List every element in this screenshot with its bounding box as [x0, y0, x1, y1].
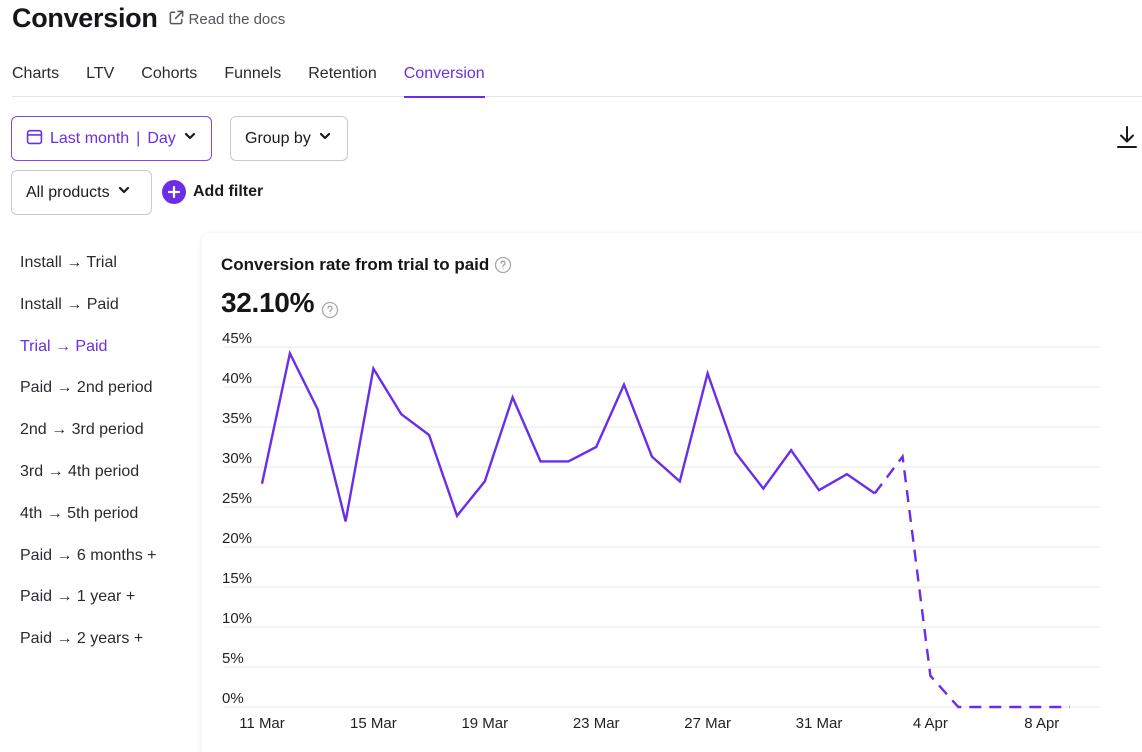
- y-axis-labels: 0% 5% 10% 15% 20% 25% 30% 35% 40% 45%: [222, 330, 252, 707]
- data-point[interactable]: [507, 391, 519, 403]
- data-point[interactable]: [841, 468, 853, 480]
- data-point[interactable]: [423, 429, 435, 441]
- x-axis-labels: 11 Mar 15 Mar 19 Mar 23 Mar 27 Mar 31 Mar 4 Ap…: [239, 715, 1059, 732]
- y-tick-label: 15%: [222, 570, 252, 587]
- y-tick-label: 45%: [222, 330, 252, 347]
- data-point[interactable]: [256, 478, 268, 490]
- data-point[interactable]: [646, 451, 658, 463]
- x-tick-label: 15 Mar: [350, 715, 397, 732]
- data-point[interactable]: [952, 701, 964, 713]
- x-tick-label: 19 Mar: [461, 715, 508, 732]
- data-point[interactable]: [590, 441, 602, 453]
- data-point[interactable]: [1036, 701, 1048, 713]
- x-tick-label: 8 Apr: [1024, 715, 1059, 732]
- y-tick-label: 35%: [222, 410, 252, 427]
- y-tick-label: 5%: [222, 650, 244, 667]
- data-point[interactable]: [897, 451, 909, 463]
- x-tick-label: 23 Mar: [573, 715, 620, 732]
- data-point[interactable]: [395, 408, 407, 420]
- data-point[interactable]: [618, 379, 630, 391]
- x-tick-label: 31 Mar: [796, 715, 843, 732]
- x-tick-label: 11 Mar: [239, 715, 285, 732]
- y-tick-label: 30%: [222, 450, 252, 467]
- data-point[interactable]: [535, 455, 547, 467]
- data-point[interactable]: [702, 367, 714, 379]
- data-point[interactable]: [562, 455, 574, 467]
- data-point[interactable]: [312, 403, 324, 415]
- data-point[interactable]: [479, 475, 491, 487]
- y-tick-label: 0%: [222, 690, 244, 707]
- data-point[interactable]: [813, 484, 825, 496]
- conversion-line-chart: 0% 5% 10% 15% 20% 25% 30% 35% 40% 45% 11 Mar 15 Ma…: [222, 330, 1100, 732]
- series-line-dashed: [873, 453, 1070, 709]
- data-point[interactable]: [367, 363, 379, 375]
- y-tick-label: 20%: [222, 530, 252, 547]
- y-tick-label: 25%: [222, 490, 252, 507]
- y-tick-label: 40%: [222, 370, 252, 387]
- chart-series: [256, 347, 1076, 713]
- data-point[interactable]: [924, 670, 936, 682]
- data-point[interactable]: [1064, 701, 1076, 713]
- data-point[interactable]: [451, 510, 463, 522]
- data-point[interactable]: [674, 475, 686, 487]
- data-point[interactable]: [785, 444, 797, 456]
- x-tick-label: 4 Apr: [913, 715, 948, 732]
- chart-grid: [224, 346, 1100, 708]
- data-point[interactable]: [729, 447, 741, 459]
- y-tick-label: 10%: [222, 610, 252, 627]
- data-point[interactable]: [757, 483, 769, 495]
- data-point[interactable]: [284, 347, 296, 359]
- series-line-solid: [260, 349, 876, 522]
- data-point[interactable]: [1008, 701, 1020, 713]
- data-point[interactable]: [980, 701, 992, 713]
- x-tick-label: 27 Mar: [684, 715, 731, 732]
- data-point[interactable]: [869, 487, 881, 499]
- data-point[interactable]: [340, 515, 352, 527]
